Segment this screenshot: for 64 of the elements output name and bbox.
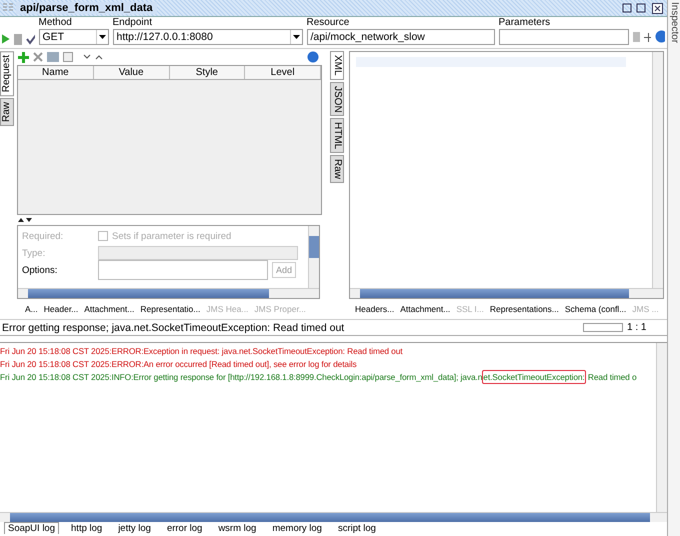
property-label: Type: xyxy=(22,248,46,258)
dropdown-icon xyxy=(98,35,106,39)
status-message: Error getting response; java.net.SocketTimeoutException: Read timed out xyxy=(2,322,344,334)
plus-icon[interactable] xyxy=(644,33,652,42)
property-label: Required: xyxy=(22,230,64,242)
side-tab[interactable]: Raw xyxy=(0,98,14,126)
vertical-scrollbar[interactable] xyxy=(656,343,667,512)
column-header[interactable]: Style xyxy=(170,66,246,79)
endpoint-select[interactable]: http://127.0.0.1:8080 xyxy=(112,29,302,45)
add-icon[interactable] xyxy=(18,52,29,62)
editor-tab[interactable]: A... xyxy=(25,304,38,314)
parameters-field[interactable] xyxy=(498,29,628,45)
editor-tab[interactable]: Header... xyxy=(44,304,78,314)
editor-tab[interactable]: Attachment... xyxy=(84,304,134,314)
minimize-icon[interactable] xyxy=(622,3,632,13)
options-list[interactable] xyxy=(98,260,268,280)
editor-tab[interactable]: Headers... xyxy=(355,304,394,314)
editor-tab[interactable]: Representatio... xyxy=(140,304,200,314)
vertical-scrollbar[interactable] xyxy=(652,52,663,288)
checkbox-label: Sets if parameter is required xyxy=(112,230,232,242)
side-tab[interactable]: Raw xyxy=(330,155,344,184)
check-icon[interactable] xyxy=(26,34,34,45)
editor-tab[interactable]: Representations... xyxy=(490,304,559,314)
chevron-up-icon[interactable] xyxy=(95,54,103,60)
field-label: Parameters xyxy=(498,17,552,29)
help-icon[interactable] xyxy=(655,30,665,43)
property-label: Options: xyxy=(22,264,58,276)
cursor-position: 1 : 1 xyxy=(627,322,648,333)
horizontal-scrollbar[interactable] xyxy=(350,288,663,298)
delete-icon[interactable] xyxy=(33,52,43,62)
field-label: Endpoint xyxy=(112,17,153,29)
column-header[interactable]: Value xyxy=(94,66,170,79)
field-label: Resource xyxy=(306,17,350,29)
horizontal-scrollbar[interactable] xyxy=(0,512,667,522)
side-tab[interactable]: JSON xyxy=(330,82,344,116)
log-line: Fri Jun 20 15:18:08 CST 2025:INFO:Error getting response for [http://192.168.1.8:8999.CheckLogin:api/parse_form_xml_data]; java.net.SocketTimeoutException: Read timed o xyxy=(0,372,638,382)
log-line: Fri Jun 20 15:18:08 CST 2025:ERROR:An error occurred [Read timed out], see error log for details xyxy=(0,359,358,369)
editor-tab[interactable]: Schema (confl... xyxy=(564,304,626,314)
side-tab[interactable]: XML xyxy=(330,51,344,80)
log-tab[interactable]: SoapUI log xyxy=(4,522,60,534)
resource-field[interactable]: /api/mock_network_slow xyxy=(306,29,494,45)
method-select[interactable]: GET xyxy=(38,29,108,45)
help-icon[interactable] xyxy=(307,51,319,63)
response-editor[interactable] xyxy=(349,51,664,299)
column-header[interactable]: Name xyxy=(18,66,94,79)
horizontal-scrollbar[interactable] xyxy=(18,288,319,298)
dialog-icon[interactable] xyxy=(63,52,73,62)
run-icon[interactable] xyxy=(2,33,10,45)
window-title: api/parse_form_xml_data xyxy=(16,2,157,14)
side-tab[interactable]: HTML xyxy=(330,118,344,154)
side-tab[interactable]: Request xyxy=(0,51,14,96)
vertical-scrollbar[interactable] xyxy=(308,226,319,288)
expand-collapse-icon[interactable] xyxy=(18,217,32,223)
log-line: Fri Jun 20 15:18:08 CST 2025:ERROR:Exception in request: java.net.SocketTimeoutException: Read timed out xyxy=(0,346,404,356)
inspector-tab[interactable]: Inspector xyxy=(668,0,680,536)
editor-tab[interactable]: Attachment... xyxy=(400,304,450,314)
column-header[interactable]: Level xyxy=(245,66,321,79)
rest-logo-icon xyxy=(3,3,13,13)
restore-icon[interactable] xyxy=(636,3,646,13)
field-label: Method xyxy=(38,17,73,29)
chevron-down-icon[interactable] xyxy=(83,54,91,60)
progress-field xyxy=(583,323,623,332)
close-icon[interactable] xyxy=(652,2,663,14)
dropdown-icon xyxy=(292,35,300,39)
